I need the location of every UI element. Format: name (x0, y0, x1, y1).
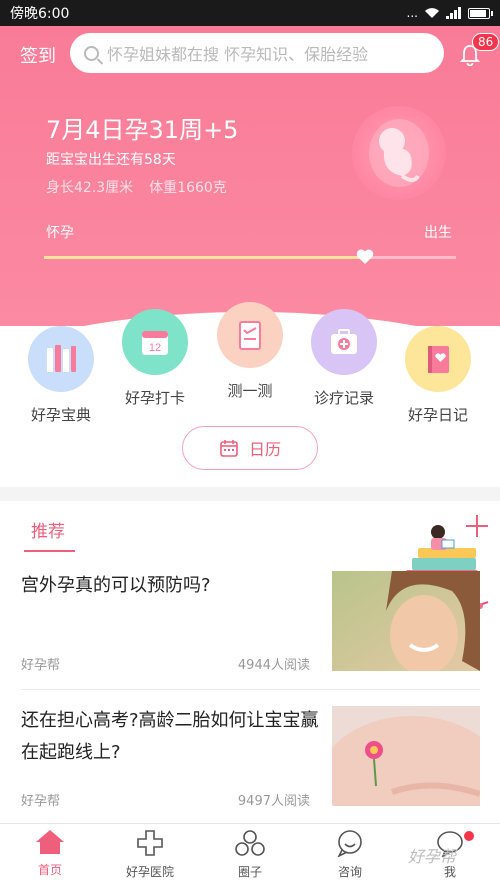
pregnancy-progress-fill (44, 256, 365, 259)
books-icon (47, 345, 76, 372)
status-icons: ... (406, 6, 493, 20)
article-thumbnail (332, 706, 480, 806)
nav-label: 圈子 (237, 865, 262, 879)
svg-text:12: 12 (149, 342, 161, 354)
nav-circle[interactable]: 圈子 (210, 829, 290, 880)
article-thumbnail (332, 571, 480, 671)
circles-icon (235, 830, 265, 856)
fetus-weight: 体重1660克 (149, 180, 227, 196)
article-reads: 9497人阅读 (237, 794, 310, 809)
fetus-image[interactable] (352, 106, 446, 200)
shortcut-haoyun-baodian[interactable]: 好孕宝典 (13, 326, 109, 425)
nav-label: 好孕医院 (125, 865, 174, 879)
shortcut-haoyun-riji[interactable]: 好孕日记 (390, 326, 486, 425)
calendar-button-label: 日历 (248, 440, 281, 459)
nav-home[interactable]: 首页 (10, 829, 90, 878)
status-bar: 傍晚6:00 ... (0, 0, 500, 26)
watermark-logo: 好孕帮 (408, 847, 457, 866)
fetus-measurements: 身长42.3厘米 体重1660克 (46, 177, 227, 197)
article-divider (21, 689, 480, 690)
pregnancy-progress-bar (44, 256, 456, 259)
article-source: 好孕帮 (21, 658, 61, 673)
hospital-cross-icon (137, 830, 163, 856)
calendar-button[interactable]: 日历 (182, 426, 318, 470)
search-icon (84, 45, 99, 61)
pregnancy-date: 7月4日孕31周+5 (46, 116, 239, 144)
shortcut-circle (217, 302, 283, 368)
progress-start-label: 怀孕 (46, 225, 74, 241)
progress-end-label: 出生 (424, 225, 452, 241)
shortcut-label: 好孕宝典 (30, 406, 91, 424)
search-placeholder: 怀孕姐妹都在搜 怀孕知识、保胎经验 (107, 45, 369, 64)
signal-icon (446, 7, 461, 19)
fetus-icon (369, 119, 429, 187)
article-title: 宫外孕真的可以预防吗? (21, 575, 211, 596)
shortcut-circle (28, 326, 94, 392)
article-reads: 4944人阅读 (237, 658, 310, 673)
network-activity-icon: ... (406, 6, 418, 20)
article-title: 还在担心高考?高龄二胎如何让宝宝赢在起跑线上? (21, 710, 319, 763)
consult-smile-icon (337, 830, 362, 857)
shortcut-circle (405, 326, 471, 392)
wifi-icon (425, 8, 439, 18)
shortcut-zhenliao-jilu[interactable]: 诊疗记录 (296, 309, 392, 408)
tab-recommend[interactable]: 推荐 (31, 517, 65, 542)
nav-hospital[interactable]: 好孕医院 (110, 829, 190, 880)
search-bar[interactable]: 怀孕姐妹都在搜 怀孕知识、保胎经验 (70, 33, 444, 73)
calendar-icon (220, 440, 238, 457)
birth-countdown: 距宝宝出生还有58天 (46, 152, 176, 168)
signin-button[interactable]: 签到 (20, 42, 56, 68)
heart-icon[interactable] (355, 247, 375, 267)
shortcut-circle: 12 (122, 309, 188, 375)
article-source: 好孕帮 (21, 794, 61, 809)
section-separator (0, 487, 500, 501)
battery-icon (468, 7, 493, 19)
tab-active-indicator (24, 550, 75, 552)
shortcut-label: 诊疗记录 (313, 389, 374, 407)
nav-consult[interactable]: 咨询 (310, 829, 390, 880)
nav-me-notification-dot (464, 831, 474, 841)
shortcut-haoyun-daka[interactable]: 12 好孕打卡 (107, 309, 203, 408)
shortcut-label: 好孕日记 (407, 406, 468, 424)
nav-label: 首页 (37, 863, 62, 877)
shortcut-ce-yi-ce[interactable]: 测一测 (202, 302, 298, 401)
medical-kit-icon (331, 329, 357, 354)
calendar-checkin-icon: 12 (142, 331, 168, 355)
notification-badge: 86 (472, 33, 500, 51)
diary-icon (428, 346, 449, 373)
shortcut-circle (311, 309, 377, 375)
nav-label: 咨询 (337, 865, 362, 879)
test-clipboard-icon (239, 321, 261, 350)
home-icon (36, 830, 64, 854)
status-time: 傍晚6:00 (10, 6, 70, 22)
fetus-length: 身长42.3厘米 (46, 180, 134, 196)
shortcut-label: 好孕打卡 (124, 389, 185, 407)
shortcut-label: 测一测 (227, 382, 273, 400)
